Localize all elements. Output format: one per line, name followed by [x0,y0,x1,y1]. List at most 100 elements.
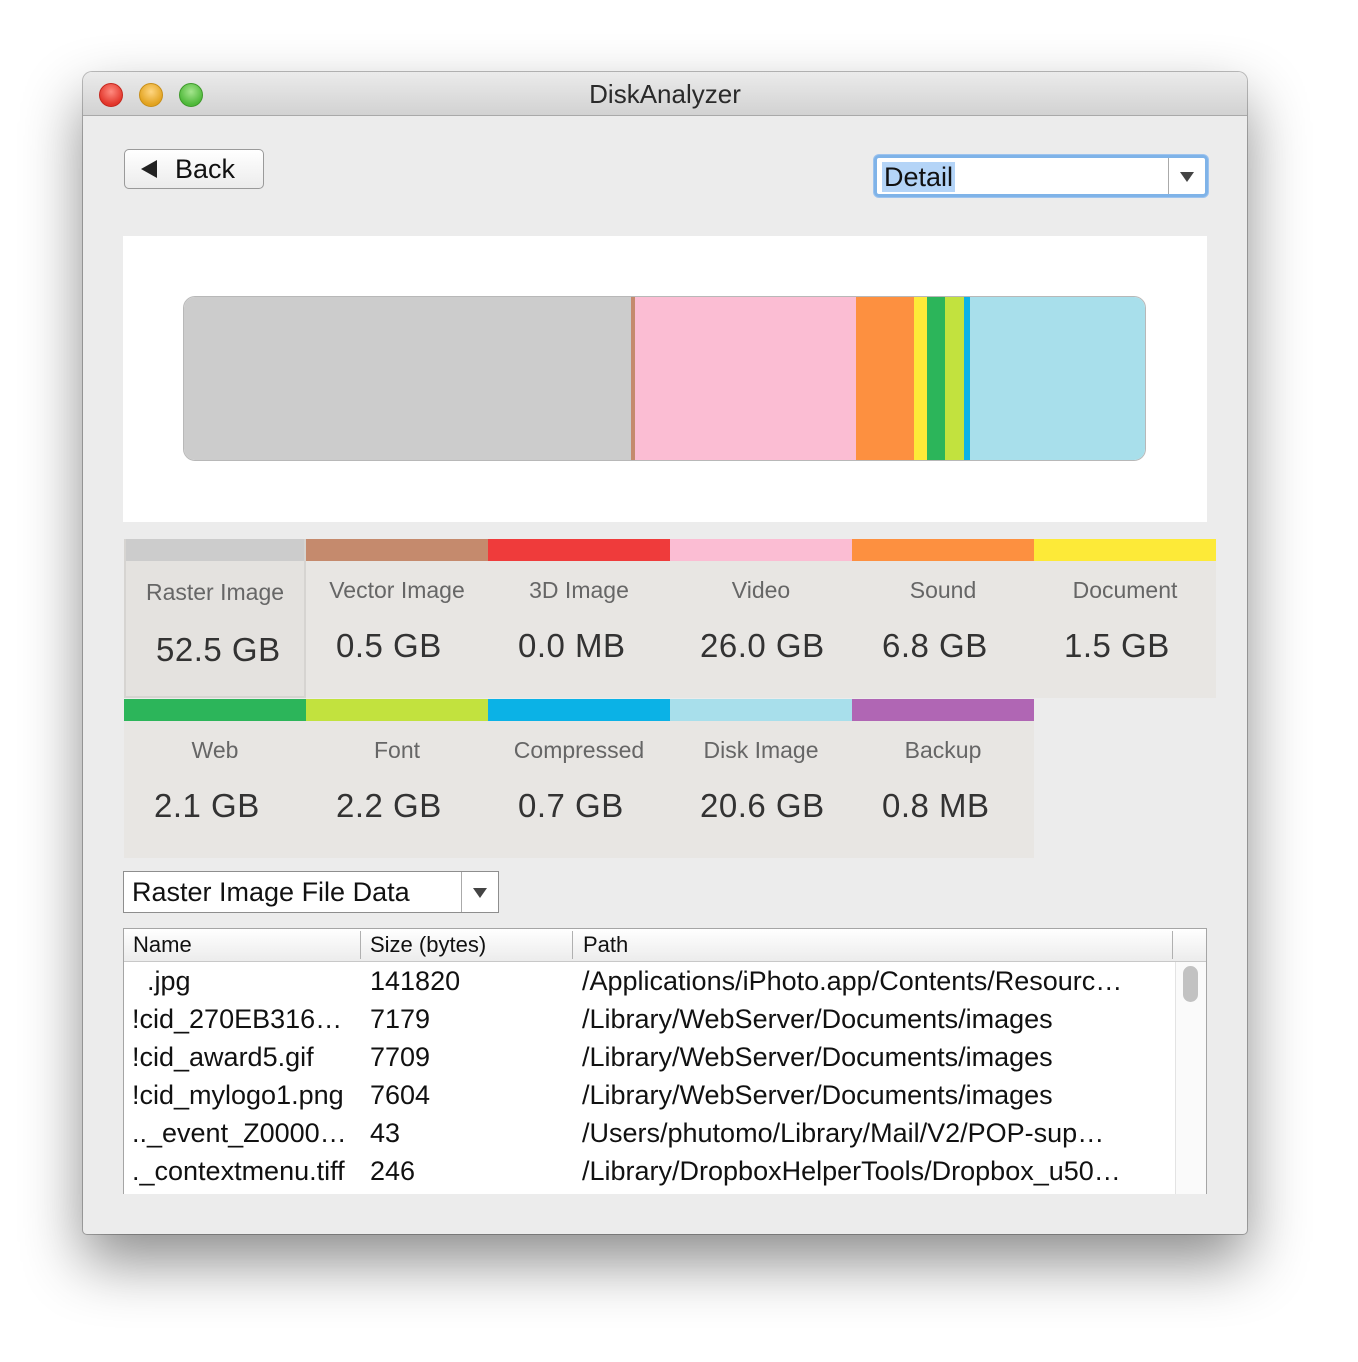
file-data-dropdown-button[interactable] [461,872,498,912]
chevron-down-icon [1180,172,1194,182]
legend-cell-compressed[interactable]: Compressed 0.7 GB [488,699,670,858]
category-name: 3D Image [529,577,629,603]
cell-path: /Library/WebServer/Documents/images [582,1004,1053,1034]
title-bar: DiskAnalyzer [83,72,1247,116]
bar-segment-document[interactable] [914,297,928,460]
color-swatch [852,539,1034,561]
file-table: Name Size (bytes) Path .jpg 141820/Applic… [123,928,1207,1194]
color-swatch [306,699,488,721]
bar-segment-backup[interactable] [1144,297,1145,460]
bar-segment-disk-image[interactable] [969,297,1145,460]
category-size: 26.0 GB [700,627,825,664]
legend-cell-document[interactable]: Document 1.5 GB [1034,539,1216,698]
category-size: 20.6 GB [700,787,825,824]
category-name: Raster Image [145,579,285,605]
category-size: 52.5 GB [156,631,281,668]
view-mode-select[interactable]: Detail [874,155,1208,197]
file-data-select-value: Raster Image File Data [132,877,410,907]
chevron-down-icon [473,888,487,898]
table-row[interactable]: ._contextmenu.tiff 246/Library/DropboxHel… [124,1153,1176,1191]
color-swatch [488,539,670,561]
cell-path: /Library/WebServer/Documents/images [582,1080,1053,1110]
app-window: DiskAnalyzer Back Detail Raster Image 52… [83,72,1247,1234]
legend-cell-3d-image[interactable]: 3D Image 0.0 MB [488,539,670,698]
back-arrow-icon [141,160,157,178]
color-swatch [124,699,306,721]
usage-chart-panel [123,236,1207,522]
color-swatch [306,539,488,561]
legend-cell-sound[interactable]: Sound 6.8 GB [852,539,1034,698]
cell-size: 7179 [370,1004,431,1034]
cell-name: .._event_Z0000… [132,1118,347,1148]
column-header-size[interactable]: Size (bytes) [361,931,573,959]
cell-name: .jpg [147,966,191,996]
column-header-name[interactable]: Name [124,931,361,959]
cell-path: /Applications/iPhoto.app/Contents/Resour… [582,966,1123,996]
color-swatch [852,699,1034,721]
category-name: Vector Image [329,577,465,603]
scrollbar-thumb[interactable] [1183,966,1198,1002]
legend-cell-web[interactable]: Web 2.1 GB [124,699,306,858]
cell-size: 43 [370,1118,401,1148]
legend-cell-backup[interactable]: Backup 0.8 MB [852,699,1034,858]
legend-cell-disk-image[interactable]: Disk Image 20.6 GB [670,699,852,858]
category-name: Sound [909,577,977,603]
category-name: Backup [904,737,982,763]
category-name: Document [1072,577,1178,603]
bar-segment-web[interactable] [927,297,945,460]
color-swatch [126,539,304,561]
color-swatch [1034,539,1216,561]
table-row[interactable]: .jpg 141820/Applications/iPhoto.app/Conte… [124,963,1176,1001]
category-name: Compressed [513,737,645,763]
window-title: DiskAnalyzer [589,79,741,109]
vertical-scrollbar[interactable] [1175,962,1206,1194]
back-button-label: Back [175,153,236,184]
table-row[interactable]: .._event_Z0000… 43/Users/phutomo/Library/… [124,1115,1176,1153]
cell-size: 246 [370,1156,416,1186]
legend-cell-vector-image[interactable]: Vector Image 0.5 GB [306,539,488,698]
cell-size: 7709 [370,1042,431,1072]
category-legend: Raster Image 52.5 GB Vector Image 0.5 GB… [124,539,1216,858]
category-size: 0.8 MB [882,787,990,824]
legend-cell-video[interactable]: Video 26.0 GB [670,539,852,698]
cell-name: ._contextmenu.tiff [132,1156,345,1186]
category-size: 2.2 GB [336,787,442,824]
table-body: .jpg 141820/Applications/iPhoto.app/Conte… [124,963,1176,1191]
color-swatch [670,699,852,721]
cell-path: /Library/DropboxHelperTools/Dropbox_u50… [582,1156,1121,1186]
table-row[interactable]: !cid_mylogo1.png 7604/Library/WebServer/D… [124,1077,1176,1115]
category-name: Web [191,737,239,763]
category-size: 0.7 GB [518,787,624,824]
view-mode-value: Detail [882,162,956,192]
category-name: Disk Image [703,737,819,763]
column-header-path[interactable]: Path [573,931,1173,959]
category-size: 0.5 GB [336,627,442,664]
legend-cell-raster-image[interactable]: Raster Image 52.5 GB [124,539,306,698]
cell-size: 141820 [370,966,461,996]
color-swatch [670,539,852,561]
category-name: Font [373,737,421,763]
category-size: 1.5 GB [1064,627,1170,664]
cell-name: !cid_mylogo1.png [132,1080,344,1110]
table-row[interactable]: !cid_270EB316… 7179/Library/WebServer/Doc… [124,1001,1176,1039]
file-data-select[interactable]: Raster Image File Data [123,871,499,913]
cell-name: !cid_award5.gif [132,1042,314,1072]
view-mode-dropdown-button[interactable] [1168,158,1205,194]
legend-cell-font[interactable]: Font 2.2 GB [306,699,488,858]
table-row[interactable]: !cid_award5.gif 7709/Library/WebServer/Do… [124,1039,1176,1077]
stacked-usage-bar [183,296,1146,461]
cell-size: 7604 [370,1080,431,1110]
bar-segment-font[interactable] [944,297,964,460]
cell-path: /Library/WebServer/Documents/images [582,1042,1053,1072]
bar-segment-video[interactable] [635,297,857,460]
cell-name: !cid_270EB316… [132,1004,343,1034]
table-header: Name Size (bytes) Path [124,929,1206,962]
bar-segment-raster-image[interactable] [184,297,631,460]
cell-path: /Users/phutomo/Library/Mail/V2/POP-sup… [582,1118,1105,1148]
back-button[interactable]: Back [124,149,264,189]
category-size: 6.8 GB [882,627,988,664]
color-swatch [488,699,670,721]
category-size: 2.1 GB [154,787,260,824]
bar-segment-sound[interactable] [856,297,915,460]
category-size: 0.0 MB [518,627,626,664]
